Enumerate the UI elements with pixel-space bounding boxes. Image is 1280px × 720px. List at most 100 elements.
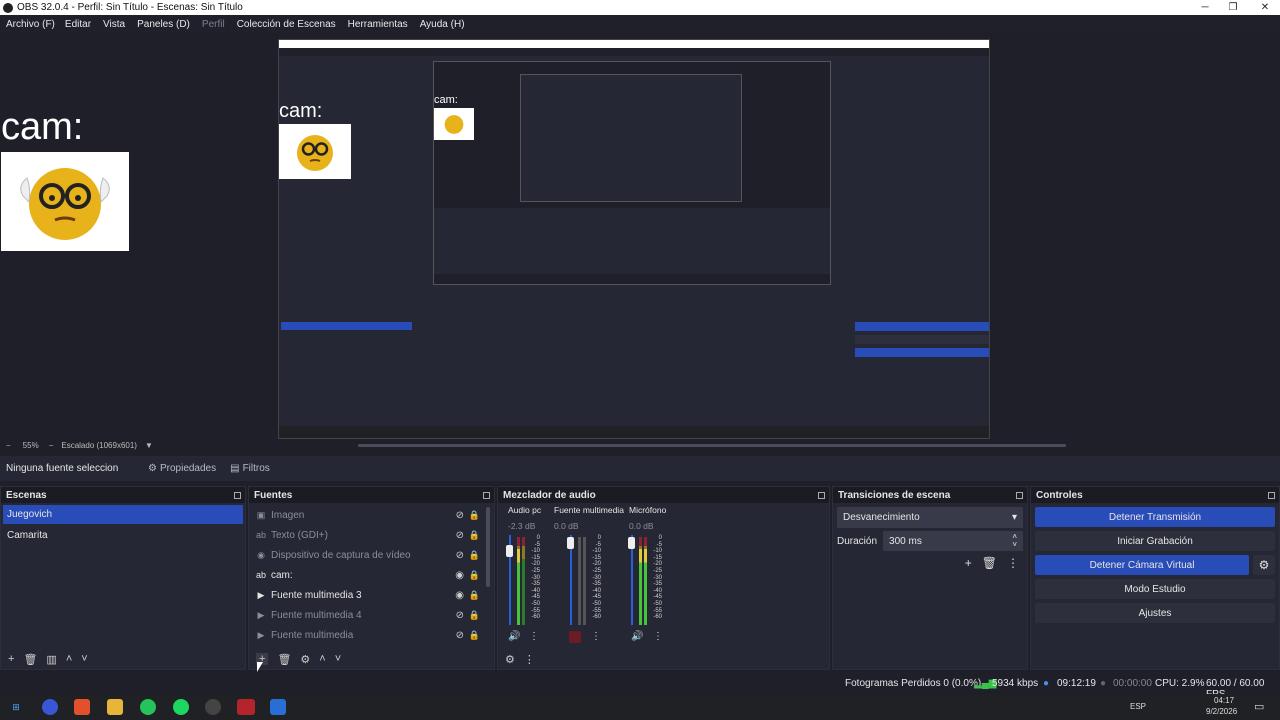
menu-ayuda[interactable]: Ayuda (H) (420, 19, 465, 30)
tray-language[interactable]: ESP (1130, 702, 1146, 711)
db-scale-tick: -40 (592, 587, 601, 594)
zoom-out-button[interactable]: − (6, 441, 11, 450)
move-down-icon[interactable]: ˅ (335, 653, 341, 665)
obs-taskbar-icon[interactable] (205, 699, 221, 715)
studio-mode-button[interactable]: Modo Estudio (1035, 579, 1275, 599)
close-button[interactable]: ✕ (1250, 0, 1280, 15)
file-explorer-icon[interactable] (107, 699, 123, 715)
spotify-icon[interactable] (173, 699, 189, 715)
stop-virtual-camera-button[interactable]: Detener Cámara Virtual (1035, 555, 1249, 575)
nested-menubar (279, 48, 989, 56)
mixer-menu-icon[interactable]: ⋮ (524, 653, 535, 666)
undock-icon[interactable] (483, 491, 490, 499)
speaker-icon[interactable]: 🔊 (508, 631, 520, 642)
channel-menu-icon[interactable]: ⋮ (653, 631, 663, 642)
eye-icon[interactable]: ◉ (455, 590, 464, 601)
source-item[interactable]: ab Texto (GDI+) ⊘ 🔒 (249, 525, 494, 545)
db-scale-tick: -45 (653, 594, 662, 601)
start-recording-button[interactable]: Iniciar Grabación (1035, 531, 1275, 551)
move-up-icon[interactable]: ˄ (319, 653, 325, 665)
add-transition-icon[interactable]: + (965, 556, 972, 570)
notifications-icon[interactable]: ▭ (1254, 700, 1264, 713)
remove-source-icon[interactable]: 🗑 (277, 653, 291, 666)
duration-spinbox[interactable]: 300 ms ˄ ˅ (883, 531, 1023, 551)
nerd-emoji-icon (444, 115, 464, 134)
lock-icon[interactable]: 🔒 (469, 630, 480, 641)
advanced-audio-icon[interactable]: ⚙ (505, 653, 515, 666)
tray-date[interactable]: 9/2/2026 (1206, 707, 1237, 716)
source-item[interactable]: ▶ Fuente multimedia 3 ◉ 🔒 (249, 585, 494, 605)
preview-hscrollbar[interactable] (358, 444, 1066, 447)
voicemeeter-icon[interactable] (237, 699, 255, 715)
source-item[interactable]: ▶ Fuente multimedia ⊘ 🔒 (249, 625, 494, 645)
scenes-toolbar: + 🗑 ▥ ˄ ˅ (1, 649, 245, 669)
eye-off-icon[interactable]: ⊘ (456, 510, 464, 521)
tray-time[interactable]: 04:17 (1214, 696, 1234, 705)
undock-icon[interactable] (234, 491, 241, 499)
zoom-in-button[interactable]: − (49, 441, 54, 450)
lock-icon[interactable]: 🔒 (469, 570, 480, 581)
transition-menu-icon[interactable]: ⋮ (1007, 556, 1019, 570)
eye-off-icon[interactable]: ⊘ (456, 530, 464, 541)
db-scale-tick: -25 (592, 567, 601, 574)
volume-knob[interactable] (567, 537, 574, 549)
speaker-icon[interactable]: 🔊 (631, 631, 643, 642)
remove-transition-icon[interactable]: 🗑 (982, 556, 997, 570)
settings-button[interactable]: Ajustes (1035, 603, 1275, 623)
undock-icon[interactable] (1016, 491, 1023, 499)
source-item[interactable]: ab cam: ◉ 🔒 (249, 565, 494, 585)
lock-icon[interactable]: 🔒 (469, 550, 480, 561)
menu-perfil[interactable]: Perfil (202, 19, 225, 30)
scene-filters-icon[interactable]: ▥ (46, 653, 56, 666)
eye-off-icon[interactable]: ⊘ (456, 610, 464, 621)
remove-scene-icon[interactable]: 🗑 (23, 653, 37, 666)
db-scale-tick: -25 (653, 567, 662, 574)
lock-icon[interactable]: 🔒 (469, 610, 480, 621)
virtual-cam-settings-gear-icon[interactable]: ⚙ (1253, 555, 1275, 575)
add-scene-icon[interactable]: + (8, 653, 14, 665)
maximize-button[interactable]: ❐ (1218, 0, 1248, 15)
muted-speaker-icon[interactable] (569, 631, 581, 643)
eye-icon[interactable]: ◉ (455, 570, 464, 581)
transition-select[interactable]: Desvanecimiento ▾ (837, 507, 1023, 528)
move-down-icon[interactable]: ˅ (81, 653, 87, 665)
windows-start-icon[interactable]: ⊞ (8, 699, 24, 715)
discord-icon[interactable] (42, 699, 58, 715)
menu-vista[interactable]: Vista (103, 19, 125, 30)
whatsapp-icon[interactable] (140, 699, 156, 715)
spin-arrows-icon[interactable]: ˄ ˅ (1012, 533, 1017, 549)
scaling-dropdown-icon[interactable]: ▼ (145, 441, 153, 450)
transitions-dock: Transiciones de escena Desvanecimiento ▾… (832, 486, 1028, 670)
channel-menu-icon[interactable]: ⋮ (591, 631, 601, 642)
menu-coleccion-escenas[interactable]: Colección de Escenas (237, 19, 336, 30)
scene-item-camarita[interactable]: Camarita (1, 526, 245, 545)
channel-menu-icon[interactable]: ⋮ (529, 631, 539, 642)
undock-icon[interactable] (1268, 491, 1275, 499)
eye-off-icon[interactable]: ⊘ (456, 630, 464, 641)
lock-icon[interactable]: 🔒 (469, 590, 480, 601)
lock-icon[interactable]: 🔒 (469, 510, 480, 521)
brave-browser-icon[interactable] (74, 699, 90, 715)
volume-knob[interactable] (506, 545, 513, 557)
eye-off-icon[interactable]: ⊘ (456, 550, 464, 561)
source-item[interactable]: ▣ Imagen ⊘ 🔒 (249, 505, 494, 525)
minimize-button[interactable]: ─ (1190, 0, 1220, 15)
menu-editar[interactable]: Editar (65, 19, 91, 30)
menu-archivo[interactable]: Archivo (F) (6, 19, 55, 30)
nested-scene-active (281, 322, 412, 330)
move-up-icon[interactable]: ˄ (66, 653, 72, 665)
source-item[interactable]: ◉ Dispositivo de captura de vídeo ⊘ 🔒 (249, 545, 494, 565)
volume-knob[interactable] (628, 537, 635, 549)
source-item[interactable]: ▶ Fuente multimedia 4 ⊘ 🔒 (249, 605, 494, 625)
source-properties-icon[interactable]: ⚙ (300, 653, 310, 666)
properties-button[interactable]: ⚙ Propiedades (148, 463, 216, 474)
menu-paneles[interactable]: Paneles (D) (137, 19, 190, 30)
scene-item-juegovich[interactable]: Juegovich (3, 505, 243, 524)
sources-scrollbar[interactable] (486, 507, 490, 587)
stop-streaming-button[interactable]: Detener Transmisión (1035, 507, 1275, 527)
filters-button[interactable]: ▤ Filtros (230, 463, 270, 474)
steam-icon[interactable] (270, 699, 286, 715)
lock-icon[interactable]: 🔒 (469, 530, 480, 541)
menu-herramientas[interactable]: Herramientas (348, 19, 408, 30)
db-scale-tick: -30 (531, 574, 540, 581)
